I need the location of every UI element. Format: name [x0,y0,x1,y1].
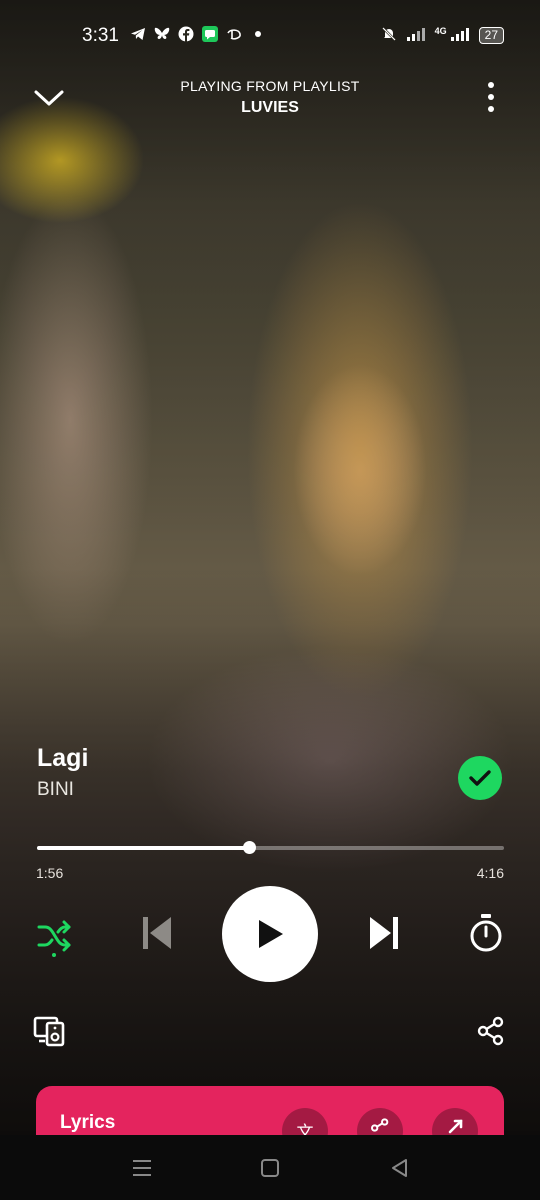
connect-device-button[interactable] [33,1014,67,1048]
liked-toggle-button[interactable] [458,756,502,800]
battery-indicator: 27 [478,27,504,44]
timer-icon [470,914,502,952]
devices-icon [33,1016,65,1047]
status-notification-icons [130,26,266,42]
facebook-icon [178,26,194,42]
progress-fill [37,846,249,850]
status-bar: 3:31 4G 27 [0,0,540,70]
shuffle-button[interactable] [34,914,76,958]
elapsed-time: 1:56 [36,865,64,881]
playing-from-label: PLAYING FROM PLAYLIST [180,78,360,94]
sleep-timer-button[interactable] [466,910,506,956]
progress-thumb[interactable] [242,841,256,854]
track-artist[interactable]: BINI [37,779,74,801]
playlist-name[interactable]: LUVIES [0,99,540,117]
expand-icon [448,1119,463,1134]
skip-previous-icon [143,917,171,949]
messages-icon [202,26,218,42]
back-triangle-icon [392,1159,407,1177]
checkmark-icon [469,770,491,786]
total-time: 4:16 [476,865,504,881]
player-header: PLAYING FROM PLAYLIST LUVIES [0,70,540,130]
progress-bar[interactable] [37,841,504,854]
mute-icon [381,26,397,45]
bluesky-icon [154,26,170,42]
dot-icon [250,26,266,42]
lyrics-label: Lyrics [60,1112,116,1133]
more-options-button[interactable] [478,80,504,114]
signal-icon-2 [450,27,469,44]
next-track-button[interactable] [363,910,405,956]
status-time: 3:31 [82,25,119,46]
disney-icon [226,26,242,42]
share-icon [477,1016,504,1046]
play-button[interactable] [222,886,318,982]
nav-home-button[interactable] [255,1155,285,1181]
shuffle-active-dot [52,953,56,957]
telegram-icon [130,26,146,42]
menu-icon [133,1160,151,1176]
network-type-label: 4G [434,26,447,36]
signal-icon [406,27,425,44]
track-title[interactable]: Lagi [37,744,88,773]
nav-back-button[interactable] [385,1155,415,1181]
play-icon [259,920,283,948]
home-square-icon [261,1159,279,1177]
more-vertical-icon [488,82,494,112]
previous-track-button[interactable] [136,910,178,956]
nav-recents-button[interactable] [127,1155,157,1181]
status-system-icons: 4G 27 [381,26,504,45]
share-button[interactable] [476,1015,506,1047]
skip-next-icon [370,917,398,949]
system-navigation-bar [0,1135,540,1200]
shuffle-icon [37,920,71,952]
